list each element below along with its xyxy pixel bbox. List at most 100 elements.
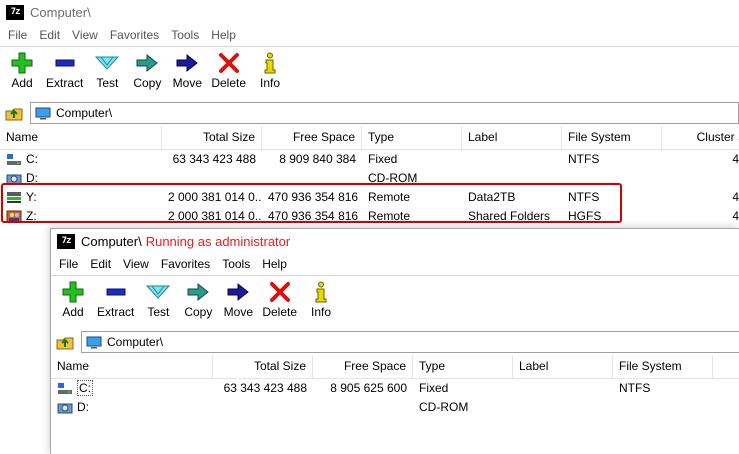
test-button[interactable]: Test bbox=[140, 281, 176, 319]
app-7z-icon: 7z bbox=[57, 233, 75, 249]
computer-icon bbox=[35, 107, 51, 119]
test-label: Test bbox=[96, 76, 119, 90]
move-button[interactable]: Move bbox=[220, 281, 256, 319]
cluster-size bbox=[662, 169, 739, 188]
delete-button[interactable]: Delete bbox=[209, 52, 248, 90]
toolbar: Add Extract Test Copy Move Delete Info bbox=[0, 47, 739, 100]
copy-button[interactable]: Copy bbox=[180, 281, 216, 319]
file-system: NTFS bbox=[619, 381, 651, 395]
cluster-size: 4 bbox=[732, 190, 739, 204]
table-row[interactable]: C: 63 343 423 488 8 905 625 600 Fixed NT… bbox=[51, 379, 739, 398]
table-row[interactable]: C: 63 343 423 488 8 909 840 384 Fixed NT… bbox=[0, 150, 739, 169]
title-bar: 7z Computer\ bbox=[0, 0, 739, 24]
test-icon bbox=[95, 52, 120, 74]
app-7z-icon: 7z bbox=[6, 4, 24, 20]
menu-favorites[interactable]: Favorites bbox=[104, 28, 165, 42]
column-name[interactable]: Name bbox=[51, 355, 213, 378]
delete-icon bbox=[268, 281, 292, 303]
info-button[interactable]: Info bbox=[303, 281, 339, 319]
column-cluster-size[interactable]: Cluster S bbox=[662, 126, 739, 149]
move-label: Move bbox=[172, 76, 203, 90]
column-file-system[interactable]: File System bbox=[613, 355, 713, 378]
copy-icon bbox=[186, 281, 210, 303]
address-text: Computer\ bbox=[56, 106, 113, 120]
menu-edit[interactable]: Edit bbox=[84, 257, 117, 271]
drive-type: CD-ROM bbox=[419, 400, 469, 414]
test-button[interactable]: Test bbox=[89, 52, 125, 90]
menu-view[interactable]: View bbox=[117, 257, 155, 271]
extract-icon bbox=[104, 281, 128, 303]
info-label: Info bbox=[311, 305, 332, 319]
extract-label: Extract bbox=[97, 305, 135, 319]
add-button[interactable]: Add bbox=[55, 281, 91, 319]
column-name[interactable]: Name bbox=[0, 126, 162, 149]
move-button[interactable]: Move bbox=[169, 52, 205, 90]
extract-button[interactable]: Extract bbox=[95, 281, 136, 319]
admin-status-text: Running as administrator bbox=[145, 233, 291, 249]
column-free-space[interactable]: Free Space bbox=[313, 355, 413, 378]
column-type[interactable]: Type bbox=[413, 355, 513, 378]
copy-icon bbox=[135, 52, 159, 74]
column-free-space[interactable]: Free Space bbox=[262, 126, 362, 149]
delete-button[interactable]: Delete bbox=[260, 281, 299, 319]
delete-icon bbox=[217, 52, 241, 74]
delete-label: Delete bbox=[262, 305, 298, 319]
add-label: Add bbox=[11, 76, 33, 90]
window-title: Computer\ bbox=[30, 4, 91, 20]
column-label[interactable]: Label bbox=[462, 126, 562, 149]
fixed-drive-icon bbox=[58, 383, 72, 395]
file-system: NTFS bbox=[568, 152, 600, 166]
column-total-size[interactable]: Total Size bbox=[213, 355, 313, 378]
test-label: Test bbox=[147, 305, 170, 319]
address-bar: Computer\ bbox=[0, 100, 739, 126]
highlight-box bbox=[1, 183, 622, 223]
fixed-drive-icon bbox=[7, 154, 21, 166]
column-type[interactable]: Type bbox=[362, 126, 462, 149]
column-label[interactable]: Label bbox=[513, 355, 613, 378]
menu-help[interactable]: Help bbox=[205, 28, 242, 42]
drive-label bbox=[513, 379, 613, 398]
menu-tools[interactable]: Tools bbox=[216, 257, 256, 271]
drive-type: Fixed bbox=[368, 152, 398, 166]
drive-type: Fixed bbox=[419, 381, 449, 395]
delete-label: Delete bbox=[211, 76, 247, 90]
menu-file[interactable]: File bbox=[53, 257, 84, 271]
menu-view[interactable]: View bbox=[66, 28, 104, 42]
extract-icon bbox=[53, 52, 77, 74]
table-row[interactable]: D: CD-ROM bbox=[51, 398, 739, 417]
menu-favorites[interactable]: Favorites bbox=[155, 257, 216, 271]
add-icon bbox=[10, 52, 34, 74]
address-input[interactable]: Computer\ bbox=[30, 102, 739, 124]
folder-up-icon[interactable] bbox=[55, 333, 75, 351]
drive-name: C: bbox=[26, 152, 38, 166]
drive-name: C: bbox=[77, 380, 93, 396]
cdrom-drive-icon bbox=[57, 403, 73, 414]
test-icon bbox=[146, 281, 171, 303]
add-button[interactable]: Add bbox=[4, 52, 40, 90]
folder-up-icon[interactable] bbox=[4, 104, 24, 122]
free-space bbox=[313, 398, 413, 417]
copy-label: Copy bbox=[184, 305, 213, 319]
cluster-size: 4 bbox=[732, 152, 739, 166]
total-size bbox=[213, 398, 313, 417]
info-button[interactable]: Info bbox=[252, 52, 288, 90]
address-bar: Computer\ bbox=[51, 329, 739, 355]
toolbar: Add Extract Test Copy Move Delete Info bbox=[51, 276, 739, 329]
cluster-size: 4 bbox=[732, 209, 739, 223]
address-input[interactable]: Computer\ bbox=[81, 331, 739, 353]
menu-edit[interactable]: Edit bbox=[33, 28, 66, 42]
column-file-system[interactable]: File System bbox=[562, 126, 662, 149]
menu-help[interactable]: Help bbox=[256, 257, 293, 271]
move-label: Move bbox=[223, 305, 254, 319]
admin-window: 7z Computer\ Running as administrator Fi… bbox=[50, 228, 739, 454]
file-system bbox=[613, 398, 713, 417]
drive-label bbox=[513, 398, 613, 417]
menu-tools[interactable]: Tools bbox=[165, 28, 205, 42]
menu-file[interactable]: File bbox=[2, 28, 33, 42]
add-label: Add bbox=[62, 305, 84, 319]
extract-button[interactable]: Extract bbox=[44, 52, 85, 90]
copy-button[interactable]: Copy bbox=[129, 52, 165, 90]
address-text: Computer\ bbox=[107, 335, 164, 349]
drive-name: D: bbox=[77, 400, 89, 414]
column-total-size[interactable]: Total Size bbox=[162, 126, 262, 149]
